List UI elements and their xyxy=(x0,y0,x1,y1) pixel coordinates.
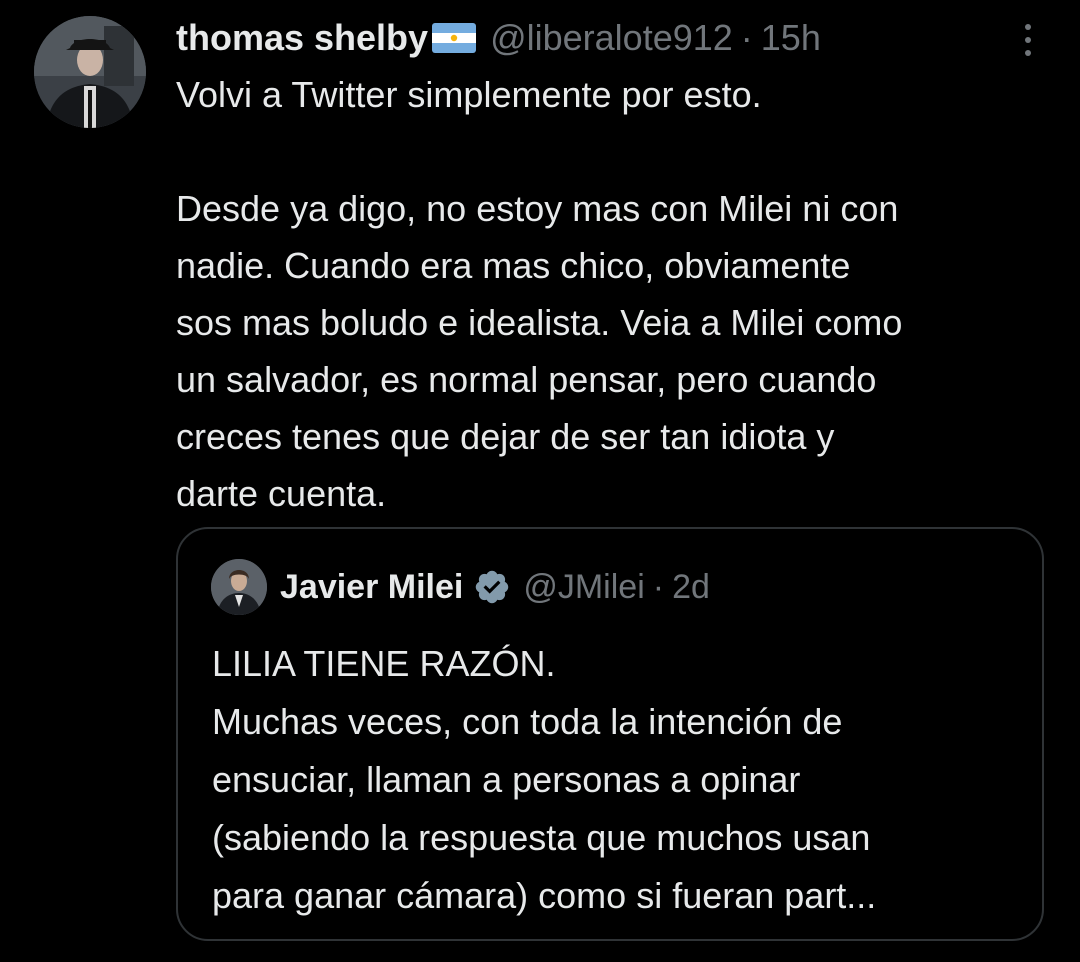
quoted-tweet-text: LILIA TIENE RAZÓN. Muchas veces, con tod… xyxy=(212,635,1012,925)
quoted-tweet-timestamp[interactable]: 2d xyxy=(672,568,710,607)
tweet-text-line: Desde ya digo, no estoy mas con Milei ni… xyxy=(176,188,899,229)
quoted-header-separator: · xyxy=(652,567,665,606)
author-display-name[interactable]: thomas shelby xyxy=(176,17,428,59)
quoted-text-line: para ganar cámara) como si fueran part..… xyxy=(212,875,877,916)
quoted-text-line: (sabiendo la respuesta que muchos usan xyxy=(212,817,871,858)
author-avatar-image xyxy=(34,16,146,128)
quoted-text-line: ensuciar, llaman a personas a opinar xyxy=(212,759,801,800)
quoted-tweet[interactable]: Javier Milei @JMilei · 2d LILIA TIENE RA… xyxy=(176,527,1044,941)
tweet-text: Volvi a Twitter simplemente por esto. De… xyxy=(176,66,1056,522)
quoted-text-line: Muchas veces, con toda la intención de xyxy=(212,701,843,742)
quoted-author-avatar-image xyxy=(211,559,267,615)
argentina-flag-icon xyxy=(432,23,477,53)
more-vertical-icon[interactable] xyxy=(1016,20,1040,60)
tweet-timestamp[interactable]: 15h xyxy=(761,17,821,59)
quoted-author-display-name[interactable]: Javier Milei xyxy=(280,568,463,607)
tweet-text-line: creces tenes que dejar de ser tan idiota… xyxy=(176,416,835,457)
tweet-text-line: darte cuenta. xyxy=(176,473,387,514)
tweet-text-line: un salvador, es normal pensar, pero cuan… xyxy=(176,359,877,400)
tweet-text-line xyxy=(176,123,1056,180)
quoted-author-avatar[interactable] xyxy=(211,559,267,615)
quoted-text-line: LILIA TIENE RAZÓN. xyxy=(212,643,556,684)
header-separator: · xyxy=(740,17,753,58)
tweet-header: thomas shelby @liberalote912 · 15h xyxy=(176,14,821,62)
quoted-author-handle[interactable]: @JMilei xyxy=(523,568,644,607)
tweet-text-line: Volvi a Twitter simplemente por esto. xyxy=(176,74,762,115)
author-avatar[interactable] xyxy=(34,16,146,128)
quoted-tweet-header: Javier Milei @JMilei · 2d xyxy=(280,563,710,611)
tweet-text-line: sos mas boludo e idealista. Veia a Milei… xyxy=(176,302,903,343)
tweet[interactable]: thomas shelby @liberalote912 · 15h Volvi… xyxy=(0,0,1080,962)
tweet-text-line: nadie. Cuando era mas chico, obviamente xyxy=(176,245,851,286)
author-handle[interactable]: @liberalote912 xyxy=(490,17,733,59)
verified-badge-icon xyxy=(476,570,509,604)
